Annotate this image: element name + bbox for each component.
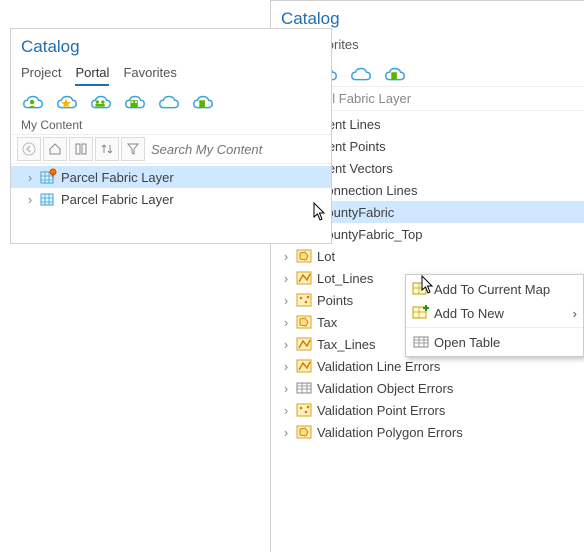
context-item-add-to-new[interactable]: Add To New › (406, 301, 583, 325)
cloud-toolbar-front (11, 88, 331, 114)
list-item[interactable]: › Parcel Fabric Layer (11, 188, 331, 210)
list-item-label: CountyFabric_Top (317, 227, 423, 242)
chevron-right-icon: › (281, 315, 291, 330)
cloud-person-green-icon[interactable] (21, 94, 45, 112)
chevron-right-icon: › (281, 337, 291, 352)
chevron-right-icon: › (281, 271, 291, 286)
chevron-right-icon: › (281, 293, 291, 308)
list-item-label: Lot (317, 249, 335, 264)
fabric-pin-icon (39, 168, 57, 186)
list-item[interactable]: › Validation Polygon Errors (271, 421, 584, 443)
sort-icon[interactable] (95, 137, 119, 161)
pane-title-back: Catalog (271, 1, 584, 31)
context-menu: Add To Current Map Add To New › Open Tab… (405, 274, 584, 357)
columns-icon[interactable] (69, 137, 93, 161)
back-arrow[interactable] (17, 137, 41, 161)
line-fc-icon (295, 357, 313, 375)
list-item-label: Validation Point Errors (317, 403, 445, 418)
cloud-plain-icon[interactable] (157, 94, 181, 112)
nav-row-front (11, 134, 331, 164)
list-item[interactable]: › Validation Object Errors (271, 377, 584, 399)
list-item-label: Parcel Fabric Layer (61, 192, 174, 207)
chevron-right-icon: › (25, 192, 35, 207)
list-item[interactable]: › Parcel Fabric Layer (11, 166, 331, 188)
line-fc-icon (295, 335, 313, 353)
context-item-add-to-current-map[interactable]: Add To Current Map (406, 277, 583, 301)
list-item-label: Connection Lines (317, 183, 417, 198)
chevron-right-icon: › (281, 403, 291, 418)
cloud-plain-green-icon[interactable] (191, 94, 215, 112)
chevron-right-icon: › (25, 170, 35, 185)
cloud-plain-icon[interactable] (349, 66, 373, 84)
tabs-front: Project Portal Favorites (11, 59, 331, 88)
map-add-icon (412, 304, 430, 322)
cloud-org-green-icon[interactable] (123, 94, 147, 112)
point-fc-icon (295, 401, 313, 419)
context-item-label: Add To Current Map (434, 282, 550, 297)
chevron-right-icon: › (281, 249, 291, 264)
fabric-icon (39, 190, 57, 208)
list-item-label: Tax (317, 315, 337, 330)
content-list-front: › Parcel Fabric Layer› Parcel Fabric Lay… (11, 164, 331, 216)
section-my-content: My Content (11, 114, 331, 134)
point-fc-icon (295, 291, 313, 309)
tab-portal[interactable]: Portal (75, 63, 109, 86)
separator (406, 327, 583, 328)
home-icon[interactable] (43, 137, 67, 161)
list-item[interactable]: › Validation Point Errors (271, 399, 584, 421)
poly-fc-icon (295, 423, 313, 441)
tab-favorites[interactable]: Favorites (123, 63, 176, 86)
context-item-open-table[interactable]: Open Table (406, 330, 583, 354)
chevron-right-icon: › (573, 306, 577, 321)
filter-icon[interactable] (121, 137, 145, 161)
poly-fc-icon (295, 247, 313, 265)
context-item-label: Open Table (434, 335, 500, 350)
catalog-pane-front: Catalog Project Portal Favorites My Cont… (10, 28, 332, 244)
list-item-label: Validation Line Errors (317, 359, 440, 374)
line-fc-icon (295, 269, 313, 287)
cloud-star-icon[interactable] (55, 94, 79, 112)
list-item-label: Validation Object Errors (317, 381, 453, 396)
map-add-icon (412, 280, 430, 298)
chevron-right-icon: › (281, 381, 291, 396)
search-input-front[interactable] (147, 140, 332, 159)
list-item[interactable]: › Lot (271, 245, 584, 267)
poly-fc-icon (295, 313, 313, 331)
tab-project[interactable]: Project (21, 63, 61, 86)
list-item-label: Tax_Lines (317, 337, 376, 352)
list-item-label: Parcel Fabric Layer (61, 170, 174, 185)
table-icon (412, 333, 430, 351)
list-item[interactable]: › Validation Line Errors (271, 355, 584, 377)
context-item-label: Add To New (434, 306, 504, 321)
pane-title-front: Catalog (11, 29, 331, 59)
list-item-label: Points (317, 293, 353, 308)
table-icon (295, 379, 313, 397)
list-item-label: Lot_Lines (317, 271, 373, 286)
chevron-right-icon: › (281, 359, 291, 374)
cloud-plain-green-icon[interactable] (383, 66, 407, 84)
cloud-groups-icon[interactable] (89, 94, 113, 112)
chevron-right-icon: › (281, 425, 291, 440)
list-item-label: Validation Polygon Errors (317, 425, 463, 440)
